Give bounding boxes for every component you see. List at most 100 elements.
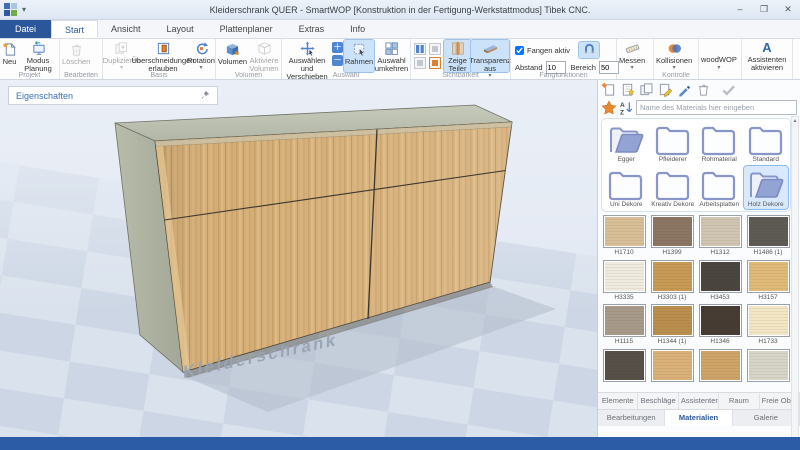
copy-material-icon[interactable]: [639, 82, 654, 97]
folder-kreativ-dekore[interactable]: Kreativ Dekore: [650, 165, 697, 210]
delete-material-icon[interactable]: [696, 82, 711, 97]
material-swatch-unlabeled[interactable]: [649, 348, 695, 393]
swatch-color[interactable]: [650, 304, 694, 337]
swatch-color[interactable]: [746, 215, 790, 248]
swatch-color[interactable]: [602, 348, 646, 382]
ribbon-tab-datei[interactable]: Datei: [0, 20, 52, 38]
messen-button[interactable]: Messen ▾: [618, 40, 646, 72]
materials-scrollbar[interactable]: ▲ ▼: [791, 116, 799, 446]
remove-selection-button[interactable]: －: [332, 55, 343, 66]
panel-tab-bearbeitungen[interactable]: Bearbeitungen: [598, 410, 666, 426]
rotation-button[interactable]: Rotation ▾: [187, 40, 215, 72]
duplizieren-button[interactable]: Duplizieren ▾: [103, 40, 140, 72]
material-swatch-h1486-1[interactable]: H1486 (1): [745, 215, 791, 259]
ribbon-tab-layout[interactable]: Layout: [154, 20, 207, 38]
apply-material-icon[interactable]: [721, 82, 736, 97]
neu-button[interactable]: Neu: [1, 40, 18, 72]
panel-tab-galerie[interactable]: Galerie: [733, 410, 800, 426]
ribbon-tab-info[interactable]: Info: [337, 20, 378, 38]
material-swatch-h3335[interactable]: H3335: [601, 259, 647, 304]
swatch-color[interactable]: [698, 304, 742, 337]
swatch-color[interactable]: [698, 215, 742, 248]
panel-tab-raum[interactable]: Raum: [719, 393, 760, 409]
show-edges-toggle-icon[interactable]: [429, 43, 441, 55]
zeige-teiler-button[interactable]: Zeige Teiler: [443, 39, 472, 73]
material-search-input[interactable]: [636, 100, 797, 115]
swatch-color[interactable]: [746, 259, 790, 293]
swatch-color[interactable]: [650, 215, 694, 248]
material-swatch-h1346[interactable]: H1346: [697, 304, 743, 348]
swatch-color[interactable]: [602, 259, 646, 293]
show-marked-toggle-icon[interactable]: [429, 57, 441, 69]
minimize-button[interactable]: –: [728, 0, 752, 19]
rahmen-button[interactable]: Rahmen: [343, 39, 375, 73]
magnet-button[interactable]: [577, 41, 600, 59]
panel-tab-assistenten[interactable]: Assistenten: [679, 393, 720, 409]
material-swatch-h3303-1[interactable]: H3303 (1): [649, 259, 695, 304]
ribbon-tab-plattenplaner[interactable]: Plattenplaner: [207, 20, 286, 38]
woodwop-button[interactable]: woodWOP ▾: [700, 40, 738, 72]
material-swatch-h1733[interactable]: H1733: [745, 304, 791, 348]
swatch-color[interactable]: [602, 215, 646, 248]
restore-button[interactable]: ❐: [752, 0, 776, 19]
material-swatch-h1344-1[interactable]: H1344 (1): [649, 304, 695, 348]
panel-tab-elemente[interactable]: Elemente: [598, 393, 639, 409]
new-material-icon[interactable]: [620, 82, 635, 97]
material-swatch-h1710[interactable]: H1710: [601, 215, 647, 259]
close-button[interactable]: ✕: [776, 0, 800, 19]
add-material-icon[interactable]: [601, 82, 616, 97]
add-selection-button[interactable]: ＋: [332, 42, 343, 53]
material-swatch-h1312[interactable]: H1312: [697, 215, 743, 259]
ribbon-tab-ansicht[interactable]: Ansicht: [98, 20, 154, 38]
3d-viewport[interactable]: Kleiderschrank Eigenschaften: [0, 80, 800, 450]
favorites-star-icon[interactable]: [601, 99, 617, 116]
auswahl-umkehren-button[interactable]: Auswahl umkehren: [374, 40, 409, 73]
show-fittings-toggle-icon[interactable]: [414, 57, 426, 69]
ribbon-tab-extras[interactable]: Extras: [286, 20, 338, 38]
pin-icon[interactable]: [200, 90, 210, 102]
aktiviere-volumen-button[interactable]: Aktiviere Volumen: [248, 40, 280, 73]
folder-egger[interactable]: Egger: [603, 120, 650, 165]
swatch-color[interactable]: [650, 348, 694, 382]
volumen-button[interactable]: Volumen: [217, 40, 248, 72]
folder-holz-dekore[interactable]: Holz Dekore: [742, 165, 789, 210]
swatch-color[interactable]: [698, 348, 742, 382]
panel-tab-beschl-ge[interactable]: Beschläge: [638, 393, 679, 409]
svg-text:Z: Z: [620, 109, 624, 115]
pick-material-icon[interactable]: [677, 82, 692, 97]
swatch-color[interactable]: [650, 259, 694, 293]
fangen-aktiv-checkbox[interactable]: [515, 45, 524, 55]
material-swatch-h3453[interactable]: H3453: [697, 259, 743, 304]
assistenten-button[interactable]: A Assistenten aktivieren: [743, 40, 791, 72]
material-swatch-unlabeled[interactable]: [601, 348, 647, 393]
panel-tab-materialien[interactable]: Materialien: [665, 410, 733, 426]
properties-panel-header[interactable]: Eigenschaften: [8, 86, 218, 105]
material-swatch-h1115[interactable]: H1115: [601, 304, 647, 348]
quick-access-dropdown-icon[interactable]: ▾: [22, 5, 26, 14]
swatch-color[interactable]: [698, 259, 742, 293]
material-swatch-unlabeled[interactable]: [745, 348, 791, 393]
swatch-color[interactable]: [746, 348, 790, 382]
scroll-up-icon[interactable]: ▲: [793, 117, 798, 125]
show-panels-toggle-icon[interactable]: [414, 43, 426, 55]
swatch-color[interactable]: [602, 304, 646, 337]
auswaehlen-verschieben-button[interactable]: Auswählen und Verschieben: [283, 40, 331, 79]
sort-az-icon[interactable]: AZ: [619, 100, 634, 116]
transparenz-button[interactable]: Transparenz aus ▾: [469, 39, 511, 79]
material-swatch-h3157[interactable]: H3157: [745, 259, 791, 304]
folder-rohmaterial[interactable]: Rohmaterial: [696, 120, 743, 165]
folder-uni-dekore[interactable]: Uni Dekore: [603, 165, 650, 210]
folder-pfleiderer[interactable]: Pfleiderer: [650, 120, 697, 165]
kollisionen-button[interactable]: Kollisionen ▾: [655, 40, 693, 72]
loeschen-button[interactable]: Löschen: [61, 40, 91, 72]
export-tuning-button[interactable]: Export Tuning▾: [794, 40, 800, 72]
modus-planung-button[interactable]: Modus Planung: [18, 40, 58, 73]
ribbon-tab-start[interactable]: Start: [51, 20, 99, 38]
folder-standard[interactable]: Standard: [743, 120, 790, 165]
ueberschneidungen-button[interactable]: Überschneidungen erlauben: [132, 40, 194, 73]
swatch-color[interactable]: [746, 304, 790, 337]
material-swatch-unlabeled[interactable]: [697, 348, 743, 393]
folder-arbeitsplatten[interactable]: Arbeitsplatten: [696, 165, 743, 210]
edit-material-icon[interactable]: [658, 82, 673, 97]
material-swatch-h1399[interactable]: H1399: [649, 215, 695, 259]
